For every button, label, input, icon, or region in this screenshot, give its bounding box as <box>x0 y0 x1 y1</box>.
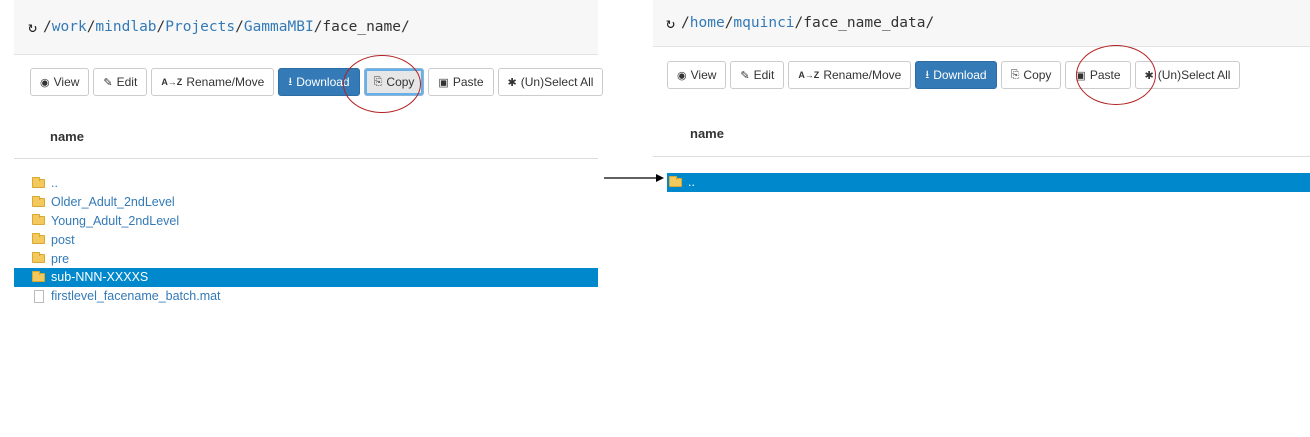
folder-icon <box>32 195 45 207</box>
eye-icon: ◉ <box>677 69 687 82</box>
path-segment-mquinci[interactable]: mquinci <box>733 15 794 31</box>
paste-label: Paste <box>452 75 484 89</box>
item-name: post <box>51 232 75 247</box>
item-name: .. <box>51 176 58 191</box>
folder-icon <box>32 233 45 245</box>
edit-button[interactable]: ✎ Edit <box>93 68 148 96</box>
right-file-browser: ↻ / home / mquinci / face_name_data / ◉ View… <box>653 0 1310 192</box>
path-bar: ↻ / work / mindlab / Projects / GammaMBI / f… <box>14 0 598 55</box>
view-label: View <box>690 68 717 82</box>
folder-icon <box>32 252 45 264</box>
rename-move-button[interactable]: A→Z Rename/Move <box>151 68 275 96</box>
divider <box>14 158 598 159</box>
item-name: Older_Adult_2ndLevel <box>51 195 175 210</box>
view-label: View <box>53 75 80 89</box>
folder-icon <box>669 175 682 187</box>
list-item[interactable]: post <box>14 230 598 249</box>
list-item[interactable]: pre <box>14 249 598 268</box>
rename-label: Rename/Move <box>823 68 902 82</box>
path-segment-gammambi[interactable]: GammaMBI <box>244 19 314 35</box>
edit-button[interactable]: ✎ Edit <box>730 61 785 89</box>
path-current: face_name <box>322 19 401 35</box>
path-segment-work[interactable]: work <box>52 19 87 35</box>
download-label: Download <box>933 68 987 82</box>
download-icon: ⭳ <box>925 68 930 81</box>
download-label: Download <box>296 75 350 89</box>
left-file-browser: ↻ / work / mindlab / Projects / GammaMBI / f… <box>14 0 604 303</box>
folder-icon <box>32 214 45 226</box>
file-list: .. Older_Adult_2ndLevel Young_Adult_2ndL… <box>14 174 598 306</box>
name-column-header[interactable]: name <box>50 129 84 144</box>
select-all-label: (Un)Select All <box>520 75 594 89</box>
view-button[interactable]: ◉ View <box>667 61 727 89</box>
path-current: face_name_data <box>803 15 926 31</box>
sort-alpha-icon: A→Z <box>798 70 820 80</box>
item-name: firstlevel_facename_batch.mat <box>51 289 221 304</box>
list-item-selected[interactable]: sub-NNN-XXXXS <box>14 267 598 287</box>
copy-label: Copy <box>1023 68 1052 82</box>
list-item-selected[interactable]: .. <box>667 173 1310 192</box>
download-icon: ⭳ <box>288 75 293 88</box>
item-name: pre <box>51 251 70 266</box>
path-segment-projects[interactable]: Projects <box>165 19 235 35</box>
folder-icon <box>32 270 45 282</box>
refresh-icon[interactable]: ↻ <box>28 18 37 36</box>
refresh-icon[interactable]: ↻ <box>666 14 675 32</box>
folder-icon <box>32 176 45 188</box>
download-button[interactable]: ⭳ Download <box>915 61 997 89</box>
file-icon <box>34 289 44 303</box>
edit-label: Edit <box>753 68 775 82</box>
list-item[interactable]: .. <box>14 174 598 193</box>
item-name: Young_Adult_2ndLevel <box>51 213 180 228</box>
paste-button[interactable]: ▣ Paste <box>428 68 494 96</box>
divider <box>653 156 1310 157</box>
item-name: .. <box>688 175 695 190</box>
arrow-right-icon <box>604 174 664 182</box>
edit-icon: ✎ <box>103 76 113 89</box>
select-all-label: (Un)Select All <box>1157 68 1231 82</box>
list-item[interactable]: firstlevel_facename_batch.mat <box>14 287 598 306</box>
file-list: .. <box>667 173 1310 192</box>
sort-alpha-icon: A→Z <box>161 77 183 87</box>
asterisk-icon: ✱ <box>507 76 517 89</box>
name-column-header[interactable]: name <box>690 126 724 141</box>
annotation-circle-paste <box>1076 45 1156 105</box>
select-all-button[interactable]: ✱ (Un)Select All <box>497 68 604 96</box>
list-item[interactable]: Older_Adult_2ndLevel <box>14 193 598 212</box>
item-name: sub-NNN-XXXXS <box>51 270 149 285</box>
list-item[interactable]: Young_Adult_2ndLevel <box>14 212 598 231</box>
view-button[interactable]: ◉ View <box>30 68 90 96</box>
eye-icon: ◉ <box>40 76 50 89</box>
path-segment-home[interactable]: home <box>690 15 725 31</box>
paste-icon: ▣ <box>438 76 449 89</box>
edit-icon: ✎ <box>740 69 750 82</box>
path-segment-mindlab[interactable]: mindlab <box>95 19 156 35</box>
path-bar: ↻ / home / mquinci / face_name_data / <box>653 0 1310 47</box>
rename-label: Rename/Move <box>186 75 265 89</box>
rename-move-button[interactable]: A→Z Rename/Move <box>788 61 912 89</box>
toolbar: ◉ View ✎ Edit A→Z Rename/Move ⭳ Download ⎘ Co… <box>30 68 604 96</box>
annotation-circle-copy <box>343 55 421 113</box>
edit-label: Edit <box>116 75 138 89</box>
copy-icon: ⎘ <box>1010 68 1020 81</box>
copy-button[interactable]: ⎘ Copy <box>1000 61 1062 89</box>
